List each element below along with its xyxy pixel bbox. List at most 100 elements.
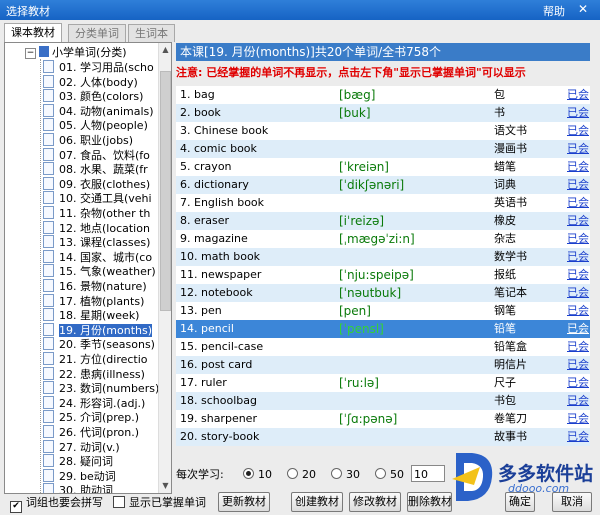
tree-item[interactable]: 17. 植物(plants) xyxy=(43,293,161,309)
tree-item[interactable]: 30. 助动词 xyxy=(43,483,161,493)
mark-known-link[interactable]: 已会 xyxy=(567,392,589,410)
tree-item[interactable]: 02. 人体(body) xyxy=(43,74,161,90)
scroll-thumb[interactable] xyxy=(160,71,171,311)
word-row[interactable]: 19. sharpener [ˈʃɑ:pənə] 卷笔刀 已会 xyxy=(176,410,590,428)
mark-known-link[interactable]: 已会 xyxy=(567,104,589,122)
mark-known-link[interactable]: 已会 xyxy=(567,356,589,374)
tree-item[interactable]: 01. 学习用品(scho xyxy=(43,60,161,75)
tree-item[interactable]: 27. 动词(v.) xyxy=(43,439,161,455)
mark-known-link[interactable]: 已会 xyxy=(567,212,589,230)
mark-known-link[interactable]: 已会 xyxy=(567,374,589,392)
modify-textbook-button[interactable]: 修改教材 xyxy=(349,492,401,512)
tree-item[interactable]: 10. 交通工具(vehi xyxy=(43,191,161,206)
document-icon xyxy=(43,147,54,161)
word-row[interactable]: 12. notebook [ˈnəutbuk] 笔记本 已会 xyxy=(176,284,590,302)
word-row[interactable]: 11. newspaper [ˈnju:speipə] 报纸 已会 xyxy=(176,266,590,284)
tree-item[interactable]: 20. 季节(seasons) xyxy=(43,337,161,352)
tree-item[interactable]: 13. 课程(classes) xyxy=(43,235,161,250)
mark-known-link[interactable]: 已会 xyxy=(567,338,589,356)
tab-vocab-book[interactable]: 生词本 xyxy=(128,24,175,42)
update-textbook-button[interactable]: 更新教材 xyxy=(218,492,270,512)
word-row[interactable]: 17. ruler [ˈru:lə] 尺子 已会 xyxy=(176,374,590,392)
per-study-option-10[interactable]: 10 xyxy=(243,468,272,482)
ok-button[interactable]: 确定 xyxy=(505,492,535,512)
tree-item[interactable]: 24. 形容词.(adj.) xyxy=(43,395,161,411)
word-row[interactable]: 8. eraser [iˈreizə] 橡皮 已会 xyxy=(176,212,590,230)
tree-item[interactable]: 26. 代词(pron.) xyxy=(43,425,161,440)
tree-item[interactable]: 15. 气象(weather) xyxy=(43,264,161,279)
mark-known-link[interactable]: 已会 xyxy=(567,176,589,194)
delete-textbook-button[interactable]: 删除教材 xyxy=(407,492,452,512)
word-row[interactable]: 5. crayon [ˈkreiən] 蜡笔 已会 xyxy=(176,158,590,176)
tree-item[interactable]: 07. 食品、饮料(fo xyxy=(43,147,161,163)
word-row[interactable]: 9. magazine [ˌmægəˈzi:n] 杂志 已会 xyxy=(176,230,590,248)
collapse-icon[interactable]: − xyxy=(25,48,36,59)
tree-item[interactable]: 06. 职业(jobs) xyxy=(43,133,161,148)
show-mastered-checkbox[interactable]: 显示已掌握单词 xyxy=(113,496,206,510)
word-row[interactable]: 20. story-book 故事书 已会 xyxy=(176,428,590,446)
create-textbook-button[interactable]: 创建教材 xyxy=(291,492,343,512)
per-study-option-30[interactable]: 30 xyxy=(331,468,360,482)
mark-known-link[interactable]: 已会 xyxy=(567,302,589,320)
tree-item[interactable]: 08. 水果、蔬菜(fr xyxy=(43,162,161,177)
word-row[interactable]: 10. math book 数学书 已会 xyxy=(176,248,590,266)
word-row[interactable]: 13. pen [pen] 钢笔 已会 xyxy=(176,302,590,320)
tree-item[interactable]: 12. 地点(location xyxy=(43,220,161,236)
cancel-button[interactable]: 取消 xyxy=(552,492,592,512)
mark-known-link[interactable]: 已会 xyxy=(567,122,589,140)
tab-textbook[interactable]: 课本教材 xyxy=(4,23,62,43)
tree-item[interactable]: 16. 景物(nature) xyxy=(43,279,161,294)
tree-scrollbar[interactable]: ▲ ▼ xyxy=(158,43,171,493)
mark-known-link[interactable]: 已会 xyxy=(567,230,589,248)
tree-item[interactable]: 11. 杂物(other th xyxy=(43,206,161,221)
word-row[interactable]: 16. post card 明信片 已会 xyxy=(176,356,590,374)
close-icon[interactable]: ✕ xyxy=(574,1,592,18)
word-row[interactable]: 3. Chinese book 语文书 已会 xyxy=(176,122,590,140)
phonetic-label: [ˈpensl] xyxy=(339,322,384,336)
tree-item[interactable]: 28. 疑问词 xyxy=(43,454,161,469)
word-row[interactable]: 2. book [buk] 书 已会 xyxy=(176,104,590,122)
mark-known-link[interactable]: 已会 xyxy=(567,410,589,428)
tree-item[interactable]: 14. 国家、城市(co xyxy=(43,249,161,265)
word-row[interactable]: 4. comic book 漫画书 已会 xyxy=(176,140,590,158)
word-row[interactable]: 18. schoolbag 书包 已会 xyxy=(176,392,590,410)
tree-item[interactable]: 03. 颜色(colors) xyxy=(43,89,161,104)
word-row[interactable]: 6. dictionary [ˈdikʃənəri] 词典 已会 xyxy=(176,176,590,194)
mark-known-link[interactable]: 已会 xyxy=(567,248,589,266)
tree-item[interactable]: 21. 方位(directio xyxy=(43,352,161,367)
word-row[interactable]: 7. English book 英语书 已会 xyxy=(176,194,590,212)
mark-known-link[interactable]: 已会 xyxy=(567,320,589,338)
phonetic-label: [buk] xyxy=(339,106,371,120)
mark-known-link[interactable]: 已会 xyxy=(567,266,589,284)
tab-category-words[interactable]: 分类单词 xyxy=(68,24,126,42)
scroll-up-icon[interactable]: ▲ xyxy=(159,43,171,56)
tree-item[interactable]: 19. 月份(months) xyxy=(43,322,161,338)
tree-item[interactable]: 25. 介词(prep.) xyxy=(43,410,161,425)
help-button[interactable]: 帮助 xyxy=(543,3,565,19)
scroll-down-icon[interactable]: ▼ xyxy=(159,479,171,492)
mark-known-link[interactable]: 已会 xyxy=(567,140,589,158)
mark-known-link[interactable]: 已会 xyxy=(567,284,589,302)
tree-item[interactable]: 04. 动物(animals) xyxy=(43,103,161,119)
mark-known-link[interactable]: 已会 xyxy=(567,194,589,212)
meaning-label: 书 xyxy=(494,106,505,119)
word-row[interactable]: 14. pencil [ˈpensl] 铅笔 已会 xyxy=(176,320,590,338)
mark-known-link[interactable]: 已会 xyxy=(567,428,589,446)
word-row[interactable]: 1. bag [bæg] 包 已会 xyxy=(176,86,590,104)
textbook-tree[interactable]: − 小学单词(分类) 01. 学习用品(scho 02. 人体(body) 03. 颜… xyxy=(4,42,172,494)
tree-item[interactable]: 09. 衣服(clothes) xyxy=(43,176,161,192)
mark-known-link[interactable]: 已会 xyxy=(567,86,589,104)
tree-item[interactable]: 05. 人物(people) xyxy=(43,118,161,133)
per-study-option-20[interactable]: 20 xyxy=(287,468,316,482)
tree-item[interactable]: 29. be动词 xyxy=(43,468,161,484)
tree-item[interactable]: 22. 患病(illness) xyxy=(43,366,161,382)
tree-item[interactable]: 23. 数词(numbers) xyxy=(43,381,161,396)
tree-root[interactable]: − 小学单词(分类) xyxy=(25,45,127,60)
tree-item[interactable]: 18. 星期(week) xyxy=(43,308,161,323)
word-row[interactable]: 15. pencil-case 铅笔盒 已会 xyxy=(176,338,590,356)
phonetic-label: [ˈnju:speipə] xyxy=(339,268,414,282)
per-study-custom-input[interactable]: 10 xyxy=(411,465,445,482)
per-study-option-50[interactable]: 50 xyxy=(375,468,404,482)
group-spell-checkbox[interactable]: ✔ 词组也要会拼写 xyxy=(10,496,103,513)
mark-known-link[interactable]: 已会 xyxy=(567,158,589,176)
